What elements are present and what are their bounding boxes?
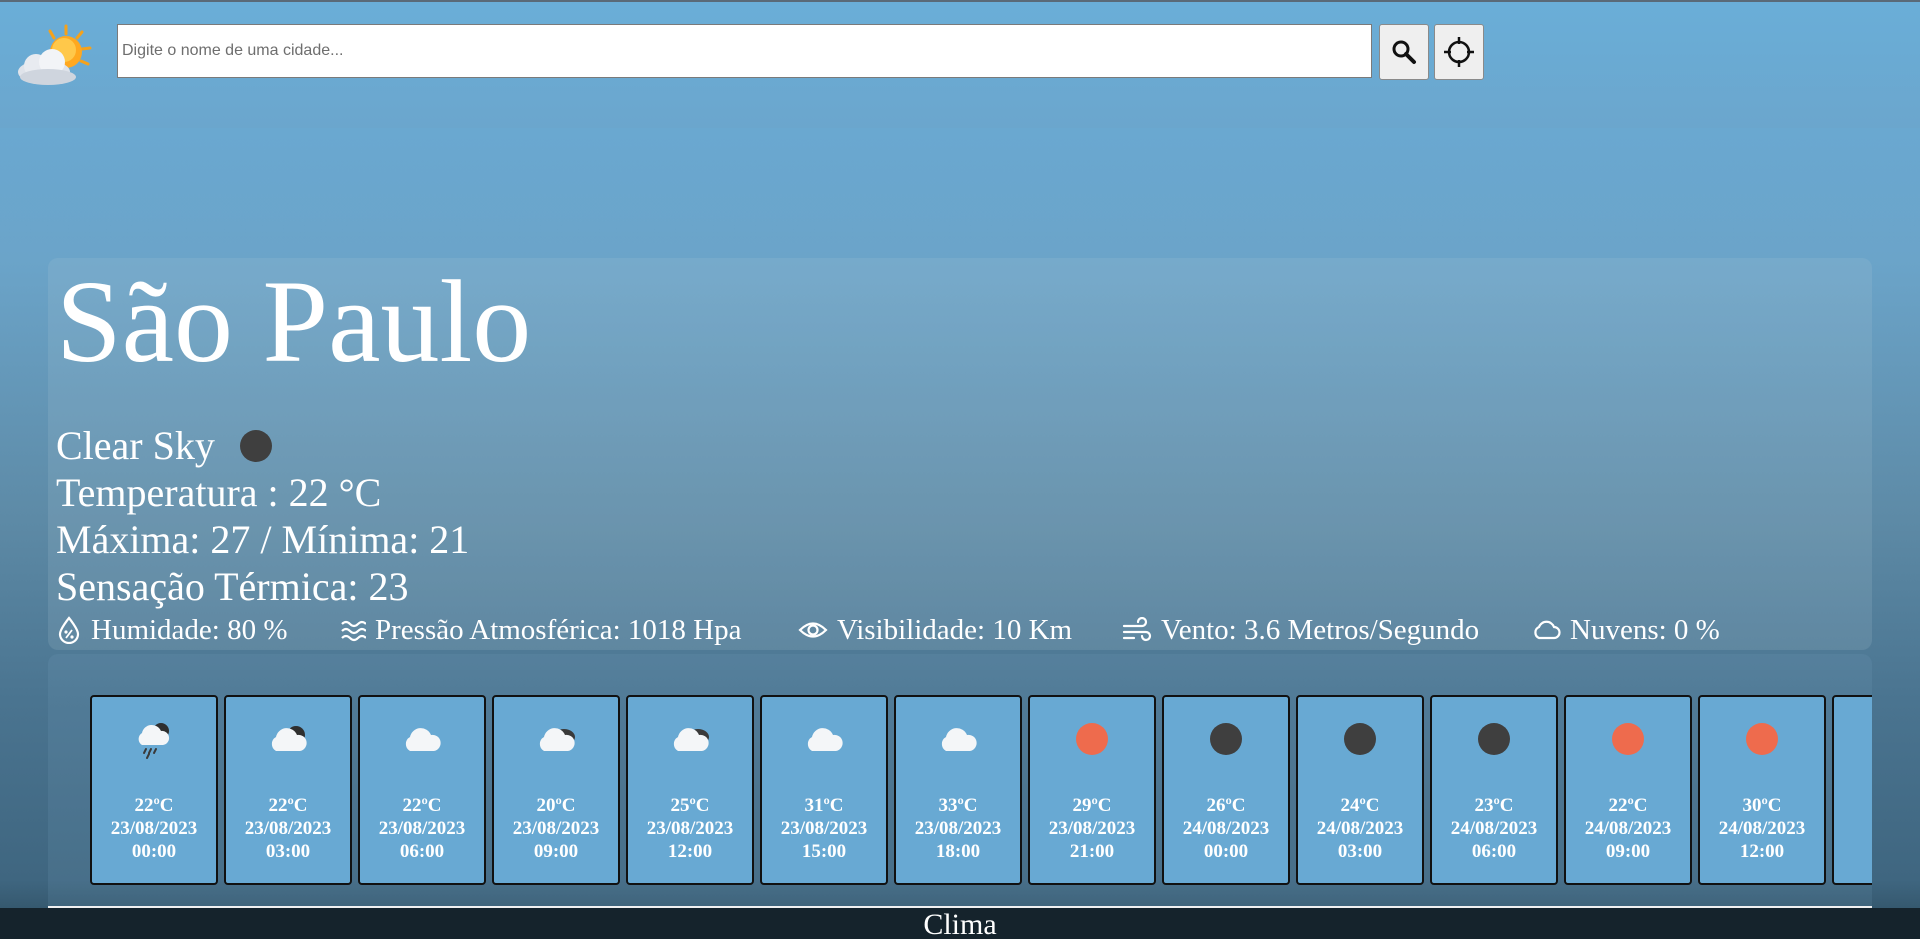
forecast-temp: 29ºC [1072, 795, 1112, 816]
forecast-temp: 24ºC [1340, 795, 1380, 816]
forecast-time: 12:00 [667, 841, 713, 862]
forecast-temp: 20ºC [536, 795, 576, 816]
forecast-date: 24/08/2023 [1316, 818, 1404, 839]
forecast-date: 24/08/2023 [1718, 818, 1806, 839]
forecast-time: 06:00 [1471, 841, 1517, 862]
sun-icon [1566, 719, 1690, 759]
forecast-card: 22ºC 23/08/2023 06:00 [358, 695, 486, 885]
forecast-card: 33ºC 23/08/2023 18:00 [894, 695, 1022, 885]
feels-like-text: Sensação Térmica: 23 [56, 564, 409, 609]
forecast-temp: 23ºC [1474, 795, 1514, 816]
forecast-time: 18:00 [935, 841, 981, 862]
search-icon [1392, 40, 1416, 64]
wind-stat: Vento: 3.6 Metros/Segundo [1122, 612, 1479, 648]
cloud-icon [896, 719, 1020, 759]
forecast-temp: 22ºC [268, 795, 308, 816]
forecast-card: 24ºC 24/08/2023 03:00 [1296, 695, 1424, 885]
sun-icon [1700, 719, 1824, 759]
forecast-time: 09:00 [533, 841, 579, 862]
forecast-temp: 25ºC [670, 795, 710, 816]
eye-icon [798, 622, 828, 638]
temperature-text: Temperatura : 22 °C [56, 470, 382, 515]
forecast-time: 21:00 [1069, 841, 1115, 862]
forecast-card: 23ºC 24/08/2023 06:00 [1430, 695, 1558, 885]
forecast-time: 15:00 [801, 841, 847, 862]
forecast-temp: 31ºC [804, 795, 844, 816]
wind-text: Vento: 3.6 Metros/Segundo [1161, 613, 1480, 646]
cloud-icon [360, 719, 484, 759]
pressure-waves-icon [341, 620, 366, 642]
forecast-date: 23/08/2023 [378, 818, 466, 839]
humidity-icon [58, 616, 80, 644]
forecast-time: 03:00 [1337, 841, 1383, 862]
forecast-date: 24 [1834, 819, 1872, 838]
forecast-date: 23/08/2023 [244, 818, 332, 839]
forecast-time: 12:00 [1739, 841, 1785, 862]
cloud-moon-icon [226, 719, 350, 759]
forecast-temp: 33ºC [938, 795, 978, 816]
humidity-text: Humidade: 80 % [91, 613, 288, 646]
forecast-date: 23/08/2023 [780, 818, 868, 839]
cloud-icon [762, 719, 886, 759]
forecast-icon [1834, 719, 1872, 759]
forecast-card: 20ºC 23/08/2023 09:00 [492, 695, 620, 885]
forecast-panel[interactable]: 22ºC 23/08/2023 00:00 22ºC 23/08/2023 03:00 22… [48, 654, 1872, 916]
search-button[interactable] [1379, 24, 1429, 80]
crosshair-icon [1444, 37, 1474, 67]
weather-logo-icon [18, 24, 92, 85]
forecast-time: 06:00 [399, 841, 445, 862]
forecast-date: 23/08/2023 [1048, 818, 1136, 839]
humidity-stat: Humidade: 80 % [56, 612, 288, 648]
wind-icon [1122, 617, 1152, 642]
forecast-card: 31ºC 23/08/2023 15:00 [760, 695, 888, 885]
forecast-date: 24/08/2023 [1450, 818, 1538, 839]
pressure-stat: Pressão Atmosférica: 1018 Hpa [340, 612, 741, 648]
forecast-card: 22ºC 23/08/2023 00:00 [90, 695, 218, 885]
cloud-dark-icon [494, 719, 618, 759]
moon-icon [240, 430, 272, 462]
forecast-date: 23/08/2023 [914, 818, 1002, 839]
clouds-text: Nuvens: 0 % [1570, 613, 1720, 646]
cloud-dark-icon [628, 719, 752, 759]
forecast-card: 25ºC 23/08/2023 12:00 [626, 695, 754, 885]
visibility-stat: Visibilidade: 10 Km [798, 612, 1072, 648]
pressure-text: Pressão Atmosférica: 1018 Hpa [375, 613, 742, 646]
city-name: São Paulo [56, 256, 532, 387]
forecast-card: 29ºC 23/08/2023 21:00 [1028, 695, 1156, 885]
clouds-stat: Nuvens: 0 % [1531, 612, 1720, 648]
forecast-card: 22ºC 24/08/2023 09:00 [1564, 695, 1692, 885]
forecast-card: 30ºC 24/08/2023 12:00 [1698, 695, 1826, 885]
weather-description: Clear Sky [56, 423, 215, 468]
forecast-time: 00:00 [131, 841, 177, 862]
forecast-card: 24 [1832, 695, 1872, 885]
forecast-time: 09:00 [1605, 841, 1651, 862]
moon-icon [1432, 719, 1556, 759]
forecast-card: 22ºC 23/08/2023 03:00 [224, 695, 352, 885]
forecast-temp: 26ºC [1206, 795, 1246, 816]
sun-icon [1030, 719, 1154, 759]
moon-icon [1298, 719, 1422, 759]
moon-icon [1164, 719, 1288, 759]
forecast-date: 24/08/2023 [1584, 818, 1672, 839]
forecast-date: 23/08/2023 [646, 818, 734, 839]
max-min-text: Máxima: 27 / Mínima: 21 [56, 517, 470, 562]
forecast-temp: 22ºC [134, 795, 174, 816]
forecast-temp: 30ºC [1742, 795, 1782, 816]
visibility-text: Visibilidade: 10 Km [837, 613, 1073, 646]
rain-cloud-moon-icon [92, 719, 216, 759]
forecast-date: 23/08/2023 [512, 818, 600, 839]
footer: Clima [0, 908, 1920, 939]
forecast-card: 26ºC 24/08/2023 00:00 [1162, 695, 1290, 885]
footer-label: Clima [923, 908, 997, 939]
forecast-temp: 22ºC [1608, 795, 1648, 816]
forecast-date: 23/08/2023 [110, 818, 198, 839]
forecast-temp: 22ºC [402, 795, 442, 816]
cloud-icon [1534, 620, 1561, 640]
forecast-time: 00:00 [1203, 841, 1249, 862]
forecast-time: 03:00 [265, 841, 311, 862]
forecast-date: 24/08/2023 [1182, 818, 1270, 839]
current-location-button[interactable] [1434, 24, 1484, 80]
city-search-input[interactable] [117, 24, 1372, 78]
